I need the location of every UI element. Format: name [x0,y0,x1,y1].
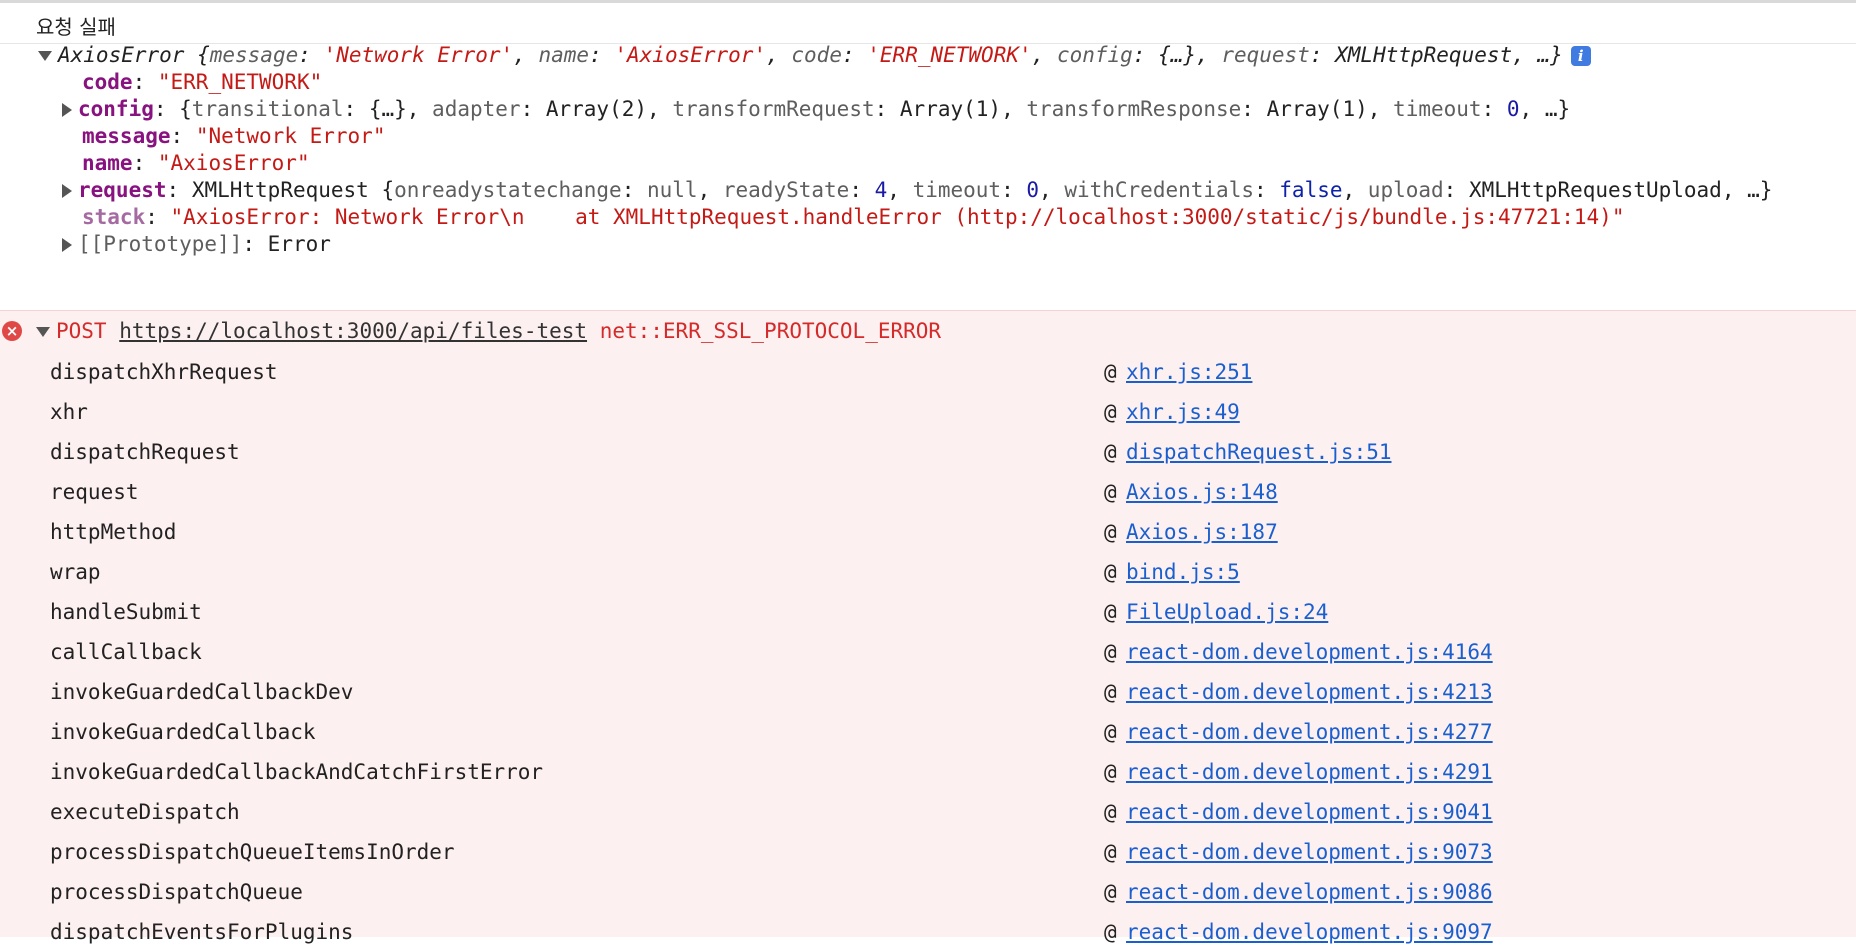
stack-frame-source-link[interactable]: react-dom.development.js:9097 [1126,917,1493,947]
stack-frame-row: invokeGuardedCallbackDev @ react-dom.devel… [0,672,1856,712]
stack-frame-row: xhr @ xhr.js:49 [0,392,1856,432]
prop-stack: stack: "AxiosError: Network Error\n at X… [82,205,1625,229]
stack-frame-row: dispatchXhrRequest @ xhr.js:251 [0,352,1856,392]
stack-frame-row: httpMethod @ Axios.js:187 [0,512,1856,552]
prop-request[interactable]: request: XMLHttpRequest {onreadystatecha… [62,175,1772,205]
stack-frame-source-link[interactable]: xhr.js:251 [1126,357,1252,387]
stack-frame-row: handleSubmit @ FileUpload.js:24 [0,592,1856,632]
stack-frame-function: dispatchRequest [50,440,240,464]
stack-frame-source-link[interactable]: react-dom.development.js:4213 [1126,677,1493,707]
stack-frame-function: callCallback [50,640,202,664]
prop-code: code: "ERR_NETWORK" [82,70,323,94]
at-symbol: @ [1104,840,1117,864]
at-symbol: @ [1104,520,1117,544]
request-method: POST [56,319,107,343]
expand-triangle-down-icon[interactable] [38,51,52,61]
stack-frame-function: xhr [50,400,88,424]
prop-name: name: "AxiosError" [82,151,310,175]
error-code: net::ERR_SSL_PROTOCOL_ERROR [599,319,942,343]
prop-config[interactable]: config: {transitional: {…}, adapter: Arr… [62,94,1570,124]
stack-frame-function: request [50,480,139,504]
stack-frame-source-link[interactable]: Axios.js:148 [1126,477,1278,507]
stack-frame-function: handleSubmit [50,600,202,624]
stack-frame-function: invokeGuardedCallbackAndCatchFirstError [50,760,544,784]
stack-frame-source-link[interactable]: Axios.js:187 [1126,517,1278,547]
stack-frame-source-link[interactable]: react-dom.development.js:9086 [1126,877,1493,907]
at-symbol: @ [1104,480,1117,504]
stack-frame-row: request @ Axios.js:148 [0,472,1856,512]
at-symbol: @ [1104,760,1117,784]
stack-frame-row: executeDispatch @ react-dom.development.js… [0,792,1856,832]
stack-frame-row: invokeGuardedCallbackAndCatchFirstError @… [0,752,1856,792]
at-symbol: @ [1104,720,1117,744]
request-url-link[interactable]: https://localhost:3000/api/files-test [119,319,587,343]
stack-frame-function: wrap [50,560,101,584]
at-symbol: @ [1104,680,1117,704]
network-error-header[interactable]: POST https://localhost:3000/api/files-te… [36,316,941,346]
at-symbol: @ [1104,640,1117,664]
expand-triangle-right-icon[interactable] [62,184,72,198]
stack-frame-function: httpMethod [50,520,177,544]
expand-triangle-right-icon[interactable] [62,238,72,252]
stack-frame-source-link[interactable]: react-dom.development.js:4291 [1126,757,1493,787]
stack-frame-function: executeDispatch [50,800,240,824]
stack-frame-function: processDispatchQueueItemsInOrder [50,840,455,864]
error-circle-icon: × [2,321,22,341]
stack-frame-source-link[interactable]: bind.js:5 [1126,557,1240,587]
stack-frame-function: dispatchEventsForPlugins [50,920,354,944]
stack-frame-row: dispatchEventsForPlugins @ react-dom.devel… [0,912,1856,952]
network-error-message: × POST https://localhost:3000/api/files-… [0,310,1856,944]
expand-triangle-right-icon[interactable] [62,103,72,117]
stack-frame-row: wrap @ bind.js:5 [0,552,1856,592]
stack-frame-row: callCallback @ react-dom.development.js:41… [0,632,1856,672]
stack-frame-function: dispatchXhrRequest [50,360,278,384]
at-symbol: @ [1104,880,1117,904]
stack-frame-function: invokeGuardedCallbackDev [50,680,354,704]
at-symbol: @ [1104,360,1117,384]
at-symbol: @ [1104,800,1117,824]
prop-prototype[interactable]: [[Prototype]]: Error [62,229,331,259]
stack-frame-row: dispatchRequest @ dispatchRequest.js:51 [0,432,1856,472]
stack-frame-row: processDispatchQueue @ react-dom.developme… [0,872,1856,912]
info-icon[interactable]: i [1570,46,1591,66]
at-symbol: @ [1104,400,1117,424]
at-symbol: @ [1104,600,1117,624]
stack-frame-source-link[interactable]: react-dom.development.js:4277 [1126,717,1493,747]
axios-error-summary[interactable]: AxiosError {message: 'Network Error', na… [38,40,1591,70]
stack-frame-row: invokeGuardedCallback @ react-dom.developm… [0,712,1856,752]
console-log-message: 요청 실패 [0,3,1856,44]
stack-frame-source-link[interactable]: dispatchRequest.js:51 [1126,437,1392,467]
stack-frame-row: processDispatchQueueItemsInOrder @ react-d… [0,832,1856,872]
class-name: AxiosError [58,43,185,67]
stack-frame-source-link[interactable]: react-dom.development.js:4164 [1126,637,1493,667]
stack-frame-function: invokeGuardedCallback [50,720,316,744]
log-message-text: 요청 실패 [36,15,116,39]
stack-frame-source-link[interactable]: FileUpload.js:24 [1126,597,1328,627]
at-symbol: @ [1104,560,1117,584]
prop-message: message: "Network Error" [82,124,386,148]
stack-frame-function: processDispatchQueue [50,880,303,904]
at-symbol: @ [1104,920,1117,944]
at-symbol: @ [1104,440,1117,464]
axios-error-object: AxiosError {message: 'Network Error', na… [0,43,1856,310]
expand-triangle-down-icon[interactable] [36,327,50,337]
stack-frame-source-link[interactable]: react-dom.development.js:9073 [1126,837,1493,867]
stack-frame-source-link[interactable]: react-dom.development.js:9041 [1126,797,1493,827]
stack-frame-source-link[interactable]: xhr.js:49 [1126,397,1240,427]
